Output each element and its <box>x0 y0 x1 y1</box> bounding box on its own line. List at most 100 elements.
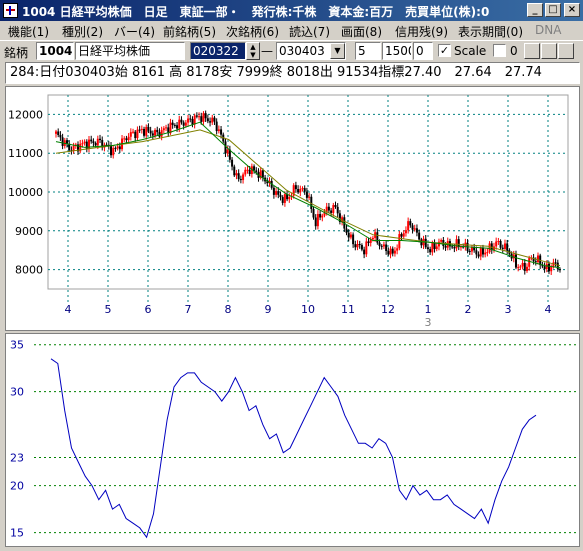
candle-body <box>132 131 135 133</box>
value1-input[interactable]: 1500 <box>382 42 412 60</box>
candle-body <box>495 241 498 247</box>
candle-body <box>391 248 394 254</box>
start-date-spinner[interactable]: ▲ ▼ <box>246 42 260 60</box>
candle-body <box>189 118 192 120</box>
candle-body <box>409 221 412 226</box>
candle-body <box>242 174 245 181</box>
candle-body <box>407 221 410 231</box>
candle-body <box>279 194 282 198</box>
minimize-button[interactable]: _ <box>527 3 543 17</box>
candle-body <box>334 205 337 207</box>
candle-body <box>140 128 143 130</box>
candle-body <box>213 117 216 122</box>
candle-body <box>156 129 159 133</box>
y-tick-label: 11000 <box>8 147 43 160</box>
menu-margin[interactable]: 信用残(9) <box>395 23 448 40</box>
candle-body <box>481 247 484 255</box>
candle-body <box>380 245 383 247</box>
toolbar-button-1[interactable] <box>524 43 540 59</box>
candle-body <box>411 225 414 230</box>
menu-prev-stock[interactable]: 前銘柄(5) <box>163 23 216 40</box>
candle-body <box>83 141 86 144</box>
x-tick-label: 12 <box>381 303 395 316</box>
candle-body <box>525 266 528 271</box>
candle-body <box>431 242 434 253</box>
candle-body <box>235 173 238 176</box>
scale-checkbox[interactable]: ✓ <box>438 44 451 57</box>
candle-body <box>543 266 546 270</box>
toolbar-button-3[interactable] <box>558 43 574 59</box>
stock-code-input[interactable]: 1004 <box>36 42 74 60</box>
candle-body <box>479 247 482 257</box>
candle-body <box>176 125 179 129</box>
candle-body <box>162 128 165 131</box>
candle-body <box>149 130 152 134</box>
candle-body <box>305 191 308 198</box>
candle-body <box>209 121 212 123</box>
candle-body <box>57 131 60 135</box>
menu-next-stock[interactable]: 次銘柄(6) <box>226 23 279 40</box>
candle-body <box>352 234 355 245</box>
candle-body <box>173 124 176 126</box>
menu-function[interactable]: 機能(1) <box>8 23 49 40</box>
candle-body <box>435 246 438 250</box>
candle-body <box>360 245 363 250</box>
x-tick-label: 8 <box>225 303 232 316</box>
menu-bar-style[interactable]: バー(4) <box>114 23 155 40</box>
candle-body <box>404 230 407 234</box>
candle-body <box>378 242 381 246</box>
indicator-chart: 15 20 23 30 35 <box>10 339 578 540</box>
maximize-button[interactable]: □ <box>545 3 561 17</box>
candle-body <box>402 233 405 237</box>
app-icon[interactable] <box>3 3 18 18</box>
candle-body <box>94 143 97 146</box>
candle-body <box>275 191 278 195</box>
candle-body <box>367 241 370 243</box>
candle-body <box>59 134 62 138</box>
candle-body <box>453 247 456 249</box>
scale-value: 0 <box>510 44 518 58</box>
menu-load[interactable]: 読込(7) <box>289 23 330 40</box>
candle-body <box>231 159 234 167</box>
candle-body <box>237 173 240 180</box>
chevron-down-icon[interactable]: ▼ <box>330 43 345 59</box>
candle-body <box>468 250 471 252</box>
period-input[interactable]: 5 <box>355 42 381 60</box>
x-tick-label: 10 <box>301 303 315 316</box>
x-tick-label: 1 <box>425 303 432 316</box>
candle-body <box>444 246 447 248</box>
menu-bar: 機能(1) 種別(2) バー(4) 前銘柄(5) 次銘柄(6) 読込(7) 画面… <box>0 21 583 40</box>
candle-body <box>349 234 352 238</box>
title-bar: 1004 日経平均株価 日足 東証一部・ 発行株:千株 資本金:百万 売買単位(… <box>0 0 583 21</box>
candle-body <box>332 205 335 213</box>
candle-body <box>272 187 275 195</box>
candle-body <box>255 170 258 173</box>
candle-body <box>356 244 359 248</box>
x-tick-label: 11 <box>341 303 355 316</box>
menu-screen[interactable]: 画面(8) <box>341 23 382 40</box>
start-date-input[interactable]: 020322 <box>190 42 246 60</box>
candle-body <box>283 194 286 203</box>
candle-body <box>277 191 280 195</box>
menu-display-period[interactable]: 表示期間(0) <box>458 23 523 40</box>
candle-body <box>365 241 368 255</box>
value2-input[interactable]: 0 <box>413 42 433 60</box>
price-chart-panel: 8000 9000 10000 11000 12000 4 5 6 7 8 9 10 11 12 1 3 2 3 4 <box>5 86 580 331</box>
indicator-y-label: 35 <box>10 339 24 352</box>
scale-value-checkbox[interactable] <box>493 44 506 57</box>
candle-body <box>138 129 141 131</box>
candle-body <box>321 215 324 218</box>
candle-body <box>299 188 302 193</box>
close-button[interactable]: × <box>564 3 580 17</box>
price-info-line: 284:日付030403始 8161 高 8178安 7999終 8018出 9… <box>5 62 580 84</box>
menu-type[interactable]: 種別(2) <box>62 23 103 40</box>
toolbar-button-2[interactable] <box>541 43 557 59</box>
candle-body <box>129 132 132 137</box>
candle-body <box>125 138 128 141</box>
scale-label: Scale <box>454 44 487 58</box>
stock-name-field: 日経平均株価 <box>75 42 185 60</box>
candle-body <box>475 250 478 255</box>
candle-body <box>398 234 401 249</box>
candle-body <box>556 262 559 270</box>
candle-body <box>55 131 57 134</box>
